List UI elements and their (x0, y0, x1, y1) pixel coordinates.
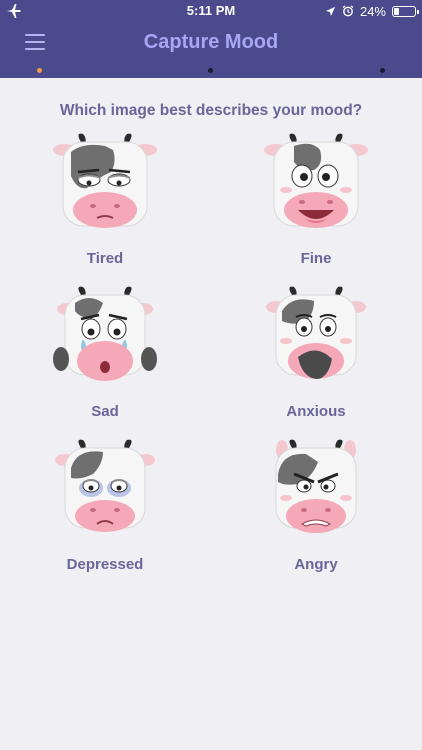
mood-option-tired[interactable]: Tired (35, 128, 175, 276)
mood-option-angry[interactable]: Angry (246, 434, 386, 582)
mood-label: Fine (300, 250, 332, 267)
mood-option-sad[interactable]: Sad (35, 281, 175, 429)
nav-bar: Capture Mood (0, 22, 422, 66)
battery-level (394, 7, 399, 15)
mood-label: Tired (86, 250, 124, 267)
sad-cow-icon (53, 286, 157, 381)
depressed-cow-icon (55, 439, 155, 532)
battery-icon (392, 5, 419, 17)
page-dot-3[interactable] (380, 68, 385, 73)
mood-label: Depressed (66, 556, 144, 573)
mood-option-depressed[interactable]: Depressed (35, 434, 175, 582)
app-header: 5:11 PM 24% Capture Mood (0, 0, 422, 78)
mood-label: Angry (294, 556, 338, 573)
page-title: Capture Mood (143, 31, 279, 53)
mood-option-fine[interactable]: Fine (246, 128, 386, 276)
battery-percentage: 24% (359, 3, 386, 19)
fine-cow-icon (264, 133, 368, 228)
alarm-icon (342, 5, 354, 17)
page-dot-1[interactable] (37, 68, 42, 73)
mood-label: Anxious (286, 403, 346, 420)
location-arrow-icon (325, 6, 336, 16)
mood-label: Sad (91, 403, 119, 420)
mood-option-anxious[interactable]: Anxious (246, 281, 386, 429)
status-bar: 5:11 PM 24% (0, 0, 422, 22)
mood-question: Which image best describes your mood? (59, 102, 363, 119)
anxious-cow-icon (266, 286, 366, 379)
angry-cow-icon (275, 439, 357, 533)
tired-cow-icon (53, 133, 157, 228)
page-dot-2[interactable] (208, 68, 213, 73)
page-indicator (0, 68, 422, 74)
